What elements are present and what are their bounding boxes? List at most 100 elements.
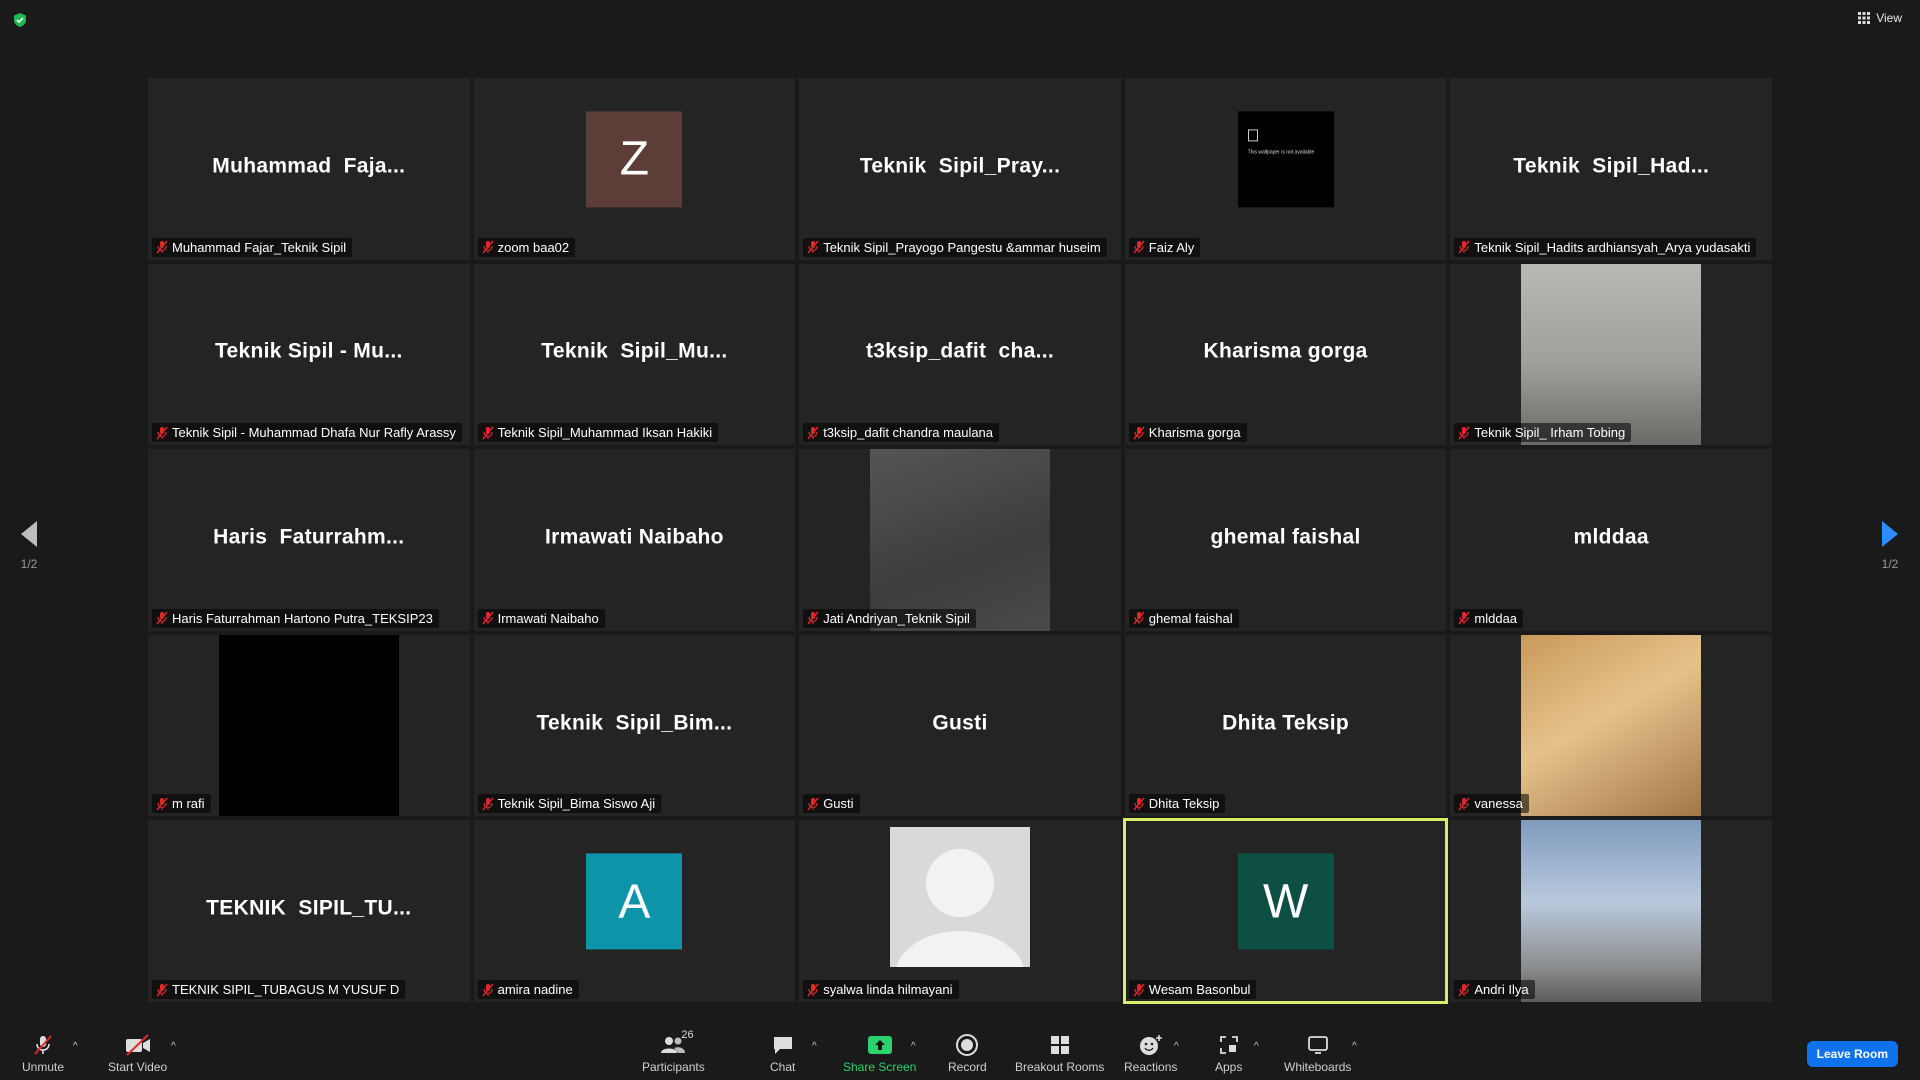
participant-display-name: Teknik Sipil_Mu...	[541, 339, 728, 363]
whiteboards-button[interactable]: Whiteboards	[1284, 1033, 1351, 1074]
participant-name-label: vanessa	[1454, 794, 1529, 814]
wallpaper-unavailable-image: This wallpaper is not available	[1237, 111, 1334, 208]
start-video-button[interactable]: Start Video	[108, 1033, 167, 1074]
unmute-button[interactable]: Unmute	[22, 1033, 64, 1074]
participant-name: Teknik Sipil_Hadits ardhiansyah_Arya yud…	[1474, 239, 1751, 255]
participant-tile[interactable]: Irmawati Naibaho Irmawati Naibaho	[473, 449, 796, 631]
microphone-muted-icon	[1133, 983, 1145, 996]
participant-display-name: Teknik Sipil_Pray...	[859, 154, 1061, 178]
participant-name: ghemal faishal	[1148, 610, 1233, 626]
view-label: View	[1876, 11, 1902, 25]
avatar-body-shape	[894, 931, 1025, 968]
participants-button[interactable]: 26 Participants	[642, 1029, 705, 1074]
view-button[interactable]: View	[1858, 11, 1902, 25]
participant-tile[interactable]: syalwa linda hilmayani	[799, 820, 1121, 1002]
record-icon	[956, 1034, 979, 1056]
participant-name-label: TEKNIK SIPIL_TUBAGUS M YUSUF D	[152, 980, 406, 999]
participant-name: TEKNIK SIPIL_TUBAGUS M YUSUF D	[172, 982, 400, 997]
whiteboards-options-caret[interactable]: ^	[1352, 1041, 1357, 1052]
participant-name: Irmawati Naibaho	[497, 610, 599, 626]
participant-name-label: Muhammad Fajar_Teknik Sipil	[152, 237, 353, 257]
participant-name-label: Faiz Aly	[1128, 237, 1201, 257]
participants-count: 26	[681, 1029, 694, 1041]
participant-avatar: A	[586, 853, 683, 950]
microphone-muted-icon	[1458, 797, 1470, 811]
participant-name: Dhita Teksip	[1148, 796, 1220, 812]
chat-label: Chat	[770, 1060, 796, 1074]
participant-gallery: Muhammad Faja... Muhammad Fajar_Teknik Si…	[148, 78, 1772, 1004]
participant-tile[interactable]: Teknik Sipil - Mu... Teknik Sipil - Muham…	[148, 263, 470, 446]
wallpaper-unavailable-text: This wallpaper is not available	[1247, 149, 1315, 156]
participant-tile[interactable]: Jati Andriyan_Teknik Sipil	[799, 449, 1121, 631]
security-shield-icon	[14, 13, 26, 27]
participant-tile[interactable]: Muhammad Faja... Muhammad Fajar_Teknik Si…	[148, 78, 470, 260]
participant-name-label: amira nadine	[477, 980, 579, 999]
participant-name: Kharisma gorga	[1148, 425, 1241, 441]
participant-tile[interactable]: Teknik Sipil_Bim... Teknik Sipil_Bima Sis…	[473, 634, 796, 817]
participant-tile[interactable]: This wallpaper is not available Faiz Aly	[1124, 78, 1447, 260]
participant-name-label: Irmawati Naibaho	[477, 608, 605, 628]
participant-tile[interactable]: Aamira nadine	[473, 820, 796, 1002]
video-options-caret[interactable]: ^	[171, 1041, 176, 1052]
reactions-button[interactable]: Reactions	[1124, 1033, 1177, 1074]
participant-video-feed	[218, 634, 399, 817]
microphone-muted-icon	[807, 983, 819, 996]
participant-avatar: Z	[586, 111, 683, 208]
participant-name: t3ksip_dafit chandra maulana	[823, 425, 994, 441]
participant-name-label: t3ksip_dafit chandra maulana	[803, 423, 1000, 443]
share-options-caret[interactable]: ^	[911, 1041, 916, 1052]
participant-tile[interactable]: Dhita Teksip Dhita Teksip	[1124, 634, 1447, 817]
microphone-muted-icon	[1133, 426, 1145, 440]
participant-tile[interactable]: ghemal faishal ghemal faishal	[1124, 449, 1447, 631]
share-screen-label: Share Screen	[843, 1060, 917, 1074]
microphone-muted-icon	[482, 983, 494, 996]
chat-button[interactable]: Chat	[770, 1033, 795, 1074]
participant-name-label: m rafi	[152, 794, 211, 814]
participant-tile[interactable]: vanessa	[1450, 634, 1772, 817]
leave-room-button[interactable]: Leave Room	[1806, 1041, 1898, 1067]
breakout-rooms-button[interactable]: Breakout Rooms	[1015, 1033, 1104, 1074]
microphone-muted-icon	[156, 240, 168, 254]
grid-view-icon	[1858, 12, 1871, 24]
participant-display-name: Teknik Sipil - Mu...	[214, 339, 403, 363]
audio-options-caret[interactable]: ^	[73, 1041, 78, 1052]
participant-name-label: Haris Faturrahman Hartono Putra_TEKSIP23	[152, 608, 439, 628]
chat-bubble-icon	[773, 1037, 792, 1054]
participant-name: mlddaa	[1474, 610, 1518, 626]
chat-options-caret[interactable]: ^	[812, 1041, 817, 1052]
apps-options-caret[interactable]: ^	[1254, 1041, 1259, 1052]
record-button[interactable]: Record	[948, 1033, 987, 1074]
microphone-muted-icon	[807, 426, 819, 440]
page-indicator-right: 1/2	[1881, 557, 1899, 571]
participant-tile[interactable]: mlddaa mlddaa	[1450, 449, 1772, 631]
breakout-rooms-icon	[1050, 1036, 1069, 1054]
microphone-muted-icon	[156, 983, 168, 996]
participant-tile[interactable]: Gusti Gusti	[799, 634, 1121, 817]
previous-page-button[interactable]: 1/2	[9, 520, 49, 571]
participant-tile[interactable]: Haris Faturrahm... Haris Faturrahman Hart…	[148, 449, 470, 631]
next-page-button[interactable]: 1/2	[1870, 520, 1910, 571]
participant-tile[interactable]: Teknik Sipil_Had... Teknik Sipil_Hadits a…	[1450, 78, 1772, 260]
participant-name-label: Wesam Basonbul	[1128, 980, 1257, 999]
share-screen-button[interactable]: Share Screen	[843, 1033, 916, 1074]
participant-tile[interactable]: TEKNIK SIPIL_TU... TEKNIK SIPIL_TUBAGUS M…	[148, 820, 470, 1002]
participant-name: Teknik Sipil_Muhammad Iksan Hakiki	[497, 425, 713, 441]
participant-name: Teknik Sipil - Muhammad Dhafa Nur Rafly …	[172, 425, 456, 441]
participant-tile[interactable]: m rafi	[148, 634, 470, 817]
participant-tile[interactable]: Zzoom baa02	[473, 78, 796, 260]
record-label: Record	[948, 1060, 987, 1074]
arrow-left-icon	[21, 521, 37, 547]
participant-tile[interactable]: Kharisma gorga Kharisma gorga	[1124, 263, 1447, 446]
participant-tile[interactable]: Andri Ilya	[1450, 820, 1772, 1002]
participant-tile[interactable]: t3ksip_dafit cha... t3ksip_dafit chandra …	[799, 263, 1121, 446]
start-video-label: Start Video	[108, 1060, 168, 1074]
participant-tile[interactable]: Teknik Sipil_Mu... Teknik Sipil_Muhammad …	[473, 263, 796, 446]
participant-name-label: mlddaa	[1454, 608, 1524, 628]
participant-tile[interactable]: Teknik Sipil_ Irham Tobing	[1450, 263, 1772, 446]
participant-display-name: ghemal faishal	[1210, 525, 1361, 549]
apps-button[interactable]: Apps	[1215, 1033, 1242, 1074]
reactions-options-caret[interactable]: ^	[1174, 1041, 1179, 1052]
participant-tile[interactable]: W Wesam Basonbul	[1122, 818, 1449, 1004]
participant-tile[interactable]: Teknik Sipil_Pray... Teknik Sipil_Prayogo…	[799, 78, 1121, 260]
apps-label: Apps	[1215, 1060, 1243, 1074]
